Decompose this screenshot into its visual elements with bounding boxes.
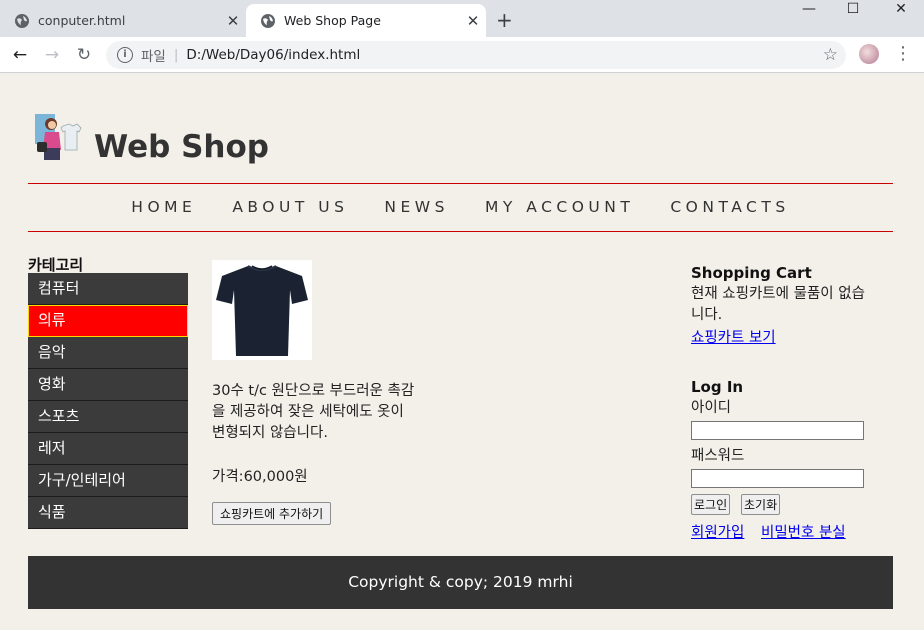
info-icon[interactable]: i: [117, 47, 133, 63]
main-nav: HOME ABOUT US NEWS MY ACCOUNT CONTACTS: [28, 198, 893, 216]
signup-link[interactable]: 회원가입: [691, 521, 744, 542]
site-title: Web Shop: [94, 129, 269, 165]
nav-my-account[interactable]: MY ACCOUNT: [485, 198, 634, 216]
window-close-icon[interactable]: ✕: [878, 0, 924, 20]
bookmark-star-icon[interactable]: ☆: [823, 45, 838, 65]
category-item-clothing[interactable]: 의류: [28, 305, 188, 337]
close-icon[interactable]: ✕: [220, 12, 246, 30]
nav-about-us[interactable]: ABOUT US: [232, 198, 348, 216]
category-item-food[interactable]: 식품: [28, 497, 188, 529]
product-description: 30수 t/c 원단으로 부드러운 촉감을 제공하여 잦은 세탁에도 옷이 변형…: [212, 383, 415, 441]
find-password-link[interactable]: 비밀번호 분실: [761, 521, 846, 542]
category-item-computer[interactable]: 컴퓨터: [28, 273, 188, 305]
url-input[interactable]: i 파일 | D:/Web/Day06/index.html ☆: [106, 41, 846, 69]
password-input[interactable]: [691, 469, 864, 488]
category-item-movie[interactable]: 영화: [28, 369, 188, 401]
forward-arrow-icon[interactable]: →: [40, 43, 64, 67]
back-arrow-icon[interactable]: ←: [8, 43, 32, 67]
category-item-music[interactable]: 음악: [28, 337, 188, 369]
login-title: Log In: [691, 378, 744, 396]
header-rule-bottom: [28, 231, 893, 232]
nav-home[interactable]: HOME: [131, 198, 196, 216]
tab-title: Web Shop Page: [284, 13, 381, 28]
category-heading: 카테고리: [28, 256, 84, 274]
url-divider: |: [173, 47, 179, 63]
id-label: 아이디: [691, 400, 732, 416]
category-item-furniture[interactable]: 가구/인테리어: [28, 465, 188, 497]
address-bar: ← → ↻ i 파일 | D:/Web/Day06/index.html ☆: [0, 37, 924, 73]
globe-icon: [15, 13, 29, 28]
minimize-icon[interactable]: —: [786, 0, 832, 20]
tab-strip: conputer.html ✕ Web Shop Page ✕ + — ☐ ✕: [0, 0, 924, 37]
password-label: 패스워드: [691, 448, 745, 464]
scheme-label: 파일: [141, 49, 166, 65]
profile-avatar[interactable]: [859, 44, 879, 64]
reset-button[interactable]: 초기화: [741, 494, 781, 515]
cart-title: Shopping Cart: [691, 264, 812, 282]
id-input[interactable]: [691, 421, 864, 440]
page-content: Web Shop HOME ABOUT US NEWS MY ACCOUNT C…: [0, 74, 924, 630]
tab-web-shop[interactable]: Web Shop Page ✕: [246, 4, 486, 37]
footer: Copyright & copy; 2019 mrhi: [28, 556, 893, 609]
maximize-icon[interactable]: ☐: [830, 0, 876, 20]
category-menu: 컴퓨터 의류 음악 영화 스포츠 레저 가구/인테리어 식품: [28, 273, 188, 529]
tab-conputer[interactable]: conputer.html ✕: [0, 4, 246, 37]
reload-icon[interactable]: ↻: [72, 43, 96, 67]
url-text: D:/Web/Day06/index.html: [186, 47, 361, 63]
header-rule-top: [28, 183, 893, 184]
view-cart-link[interactable]: 쇼핑카트 보기: [691, 326, 776, 347]
login-button[interactable]: 로그인: [691, 494, 731, 515]
add-to-cart-button[interactable]: 쇼핑카트에 추가하기: [212, 502, 332, 525]
nav-contacts[interactable]: CONTACTS: [670, 198, 789, 216]
tab-title: conputer.html: [38, 13, 126, 28]
globe-icon: [261, 13, 275, 28]
close-icon[interactable]: ✕: [460, 12, 486, 30]
tshirt-image-icon: [212, 260, 312, 360]
nav-news[interactable]: NEWS: [384, 198, 449, 216]
category-item-sports[interactable]: 스포츠: [28, 401, 188, 433]
category-item-leisure[interactable]: 레저: [28, 433, 188, 465]
shopper-logo-icon: [33, 112, 83, 162]
new-tab-plus-icon[interactable]: +: [496, 8, 513, 32]
more-menu-icon[interactable]: ⋮: [894, 43, 912, 64]
cart-status: 현재 쇼핑카트에 물품이 없습니다.: [691, 286, 865, 323]
product-price: 가격:60,000원: [212, 469, 308, 485]
